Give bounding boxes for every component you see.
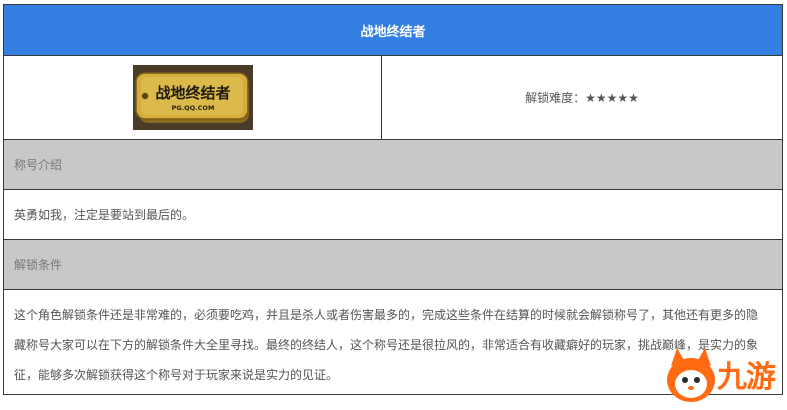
title-info-table: 战地终结者 战地终结者 PG.QQ.COM 解锁难度：★★★★★ 称号介绍 英勇… xyxy=(2,4,784,395)
badge-image-cell: 战地终结者 PG.QQ.COM xyxy=(3,55,382,140)
badge-logo-subtext: PG.QQ.COM xyxy=(171,104,214,112)
intro-text: 英勇如我，注定是要站到最后的。 xyxy=(2,189,784,240)
difficulty-stars: ★★★★★ xyxy=(585,91,639,105)
page-title: 战地终结者 xyxy=(2,4,784,56)
difficulty-label: 解锁难度： xyxy=(525,91,586,105)
difficulty-cell: 解锁难度：★★★★★ xyxy=(380,55,784,140)
intro-heading: 称号介绍 xyxy=(2,139,784,190)
badge-logo-text: 战地终结者 xyxy=(155,84,230,102)
watermark-text: 九游 xyxy=(717,360,776,395)
jiuyou-watermark: 九游 xyxy=(663,346,781,406)
dog-tag-image: 战地终结者 PG.QQ.COM xyxy=(132,65,253,130)
fox-mascot-icon xyxy=(667,348,715,402)
unlock-heading: 解锁条件 xyxy=(2,239,784,290)
